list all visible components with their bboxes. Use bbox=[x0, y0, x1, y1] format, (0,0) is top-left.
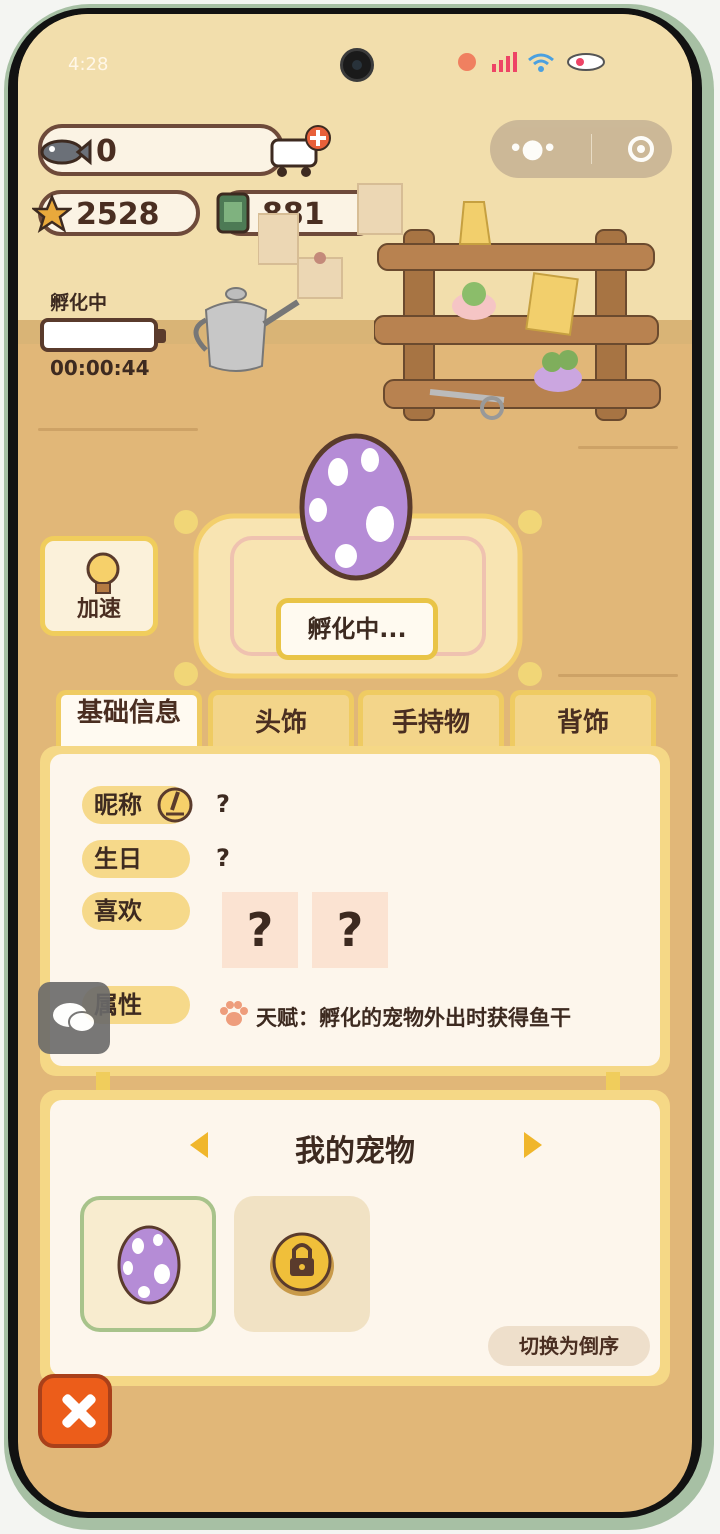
talent-text: 天赋：孵化的宠物外出时获得鱼干 bbox=[256, 1006, 571, 1030]
likes-label: 喜欢 bbox=[82, 892, 190, 930]
shop-cart-icon[interactable] bbox=[264, 124, 332, 180]
game-screen: 4:28 •●• 0 2528 孵化中 00:00:44 加速 孵化中... 基… bbox=[18, 14, 692, 1512]
status-time: 4:28 bbox=[68, 54, 109, 75]
liked-item-slot[interactable]: ? bbox=[222, 892, 298, 968]
pet-slot-locked[interactable] bbox=[234, 1196, 370, 1332]
paw-icon bbox=[220, 1001, 248, 1026]
front-camera bbox=[340, 48, 374, 82]
wooden-shelf-decoration bbox=[374, 201, 661, 421]
hatch-progress-bar bbox=[40, 318, 166, 352]
egg-icon bbox=[117, 1225, 181, 1305]
birthday-label: 生日 bbox=[82, 840, 190, 878]
edit-name-icon[interactable] bbox=[156, 786, 194, 824]
speed-up-button[interactable]: 加速 bbox=[40, 536, 158, 636]
signal-icon bbox=[492, 52, 517, 72]
status-icons bbox=[452, 50, 608, 74]
wifi-icon bbox=[528, 53, 554, 72]
nickname-label-text: 昵称 bbox=[94, 791, 142, 819]
nickname-value: ? bbox=[216, 790, 230, 818]
nickname-label: 昵称 bbox=[82, 786, 193, 824]
close-miniprogram-icon[interactable] bbox=[628, 136, 655, 162]
my-pets-title: 我的宠物 bbox=[295, 1134, 415, 1169]
next-arrow-icon[interactable] bbox=[524, 1132, 542, 1158]
floor-line bbox=[38, 428, 198, 431]
sticker-icon bbox=[458, 53, 476, 71]
lock-icon bbox=[270, 1232, 334, 1296]
info-panel: 昵称 ? 生日 ? 喜欢 ? ? 属性 天赋：孵化的宠物外出时获得鱼干 bbox=[40, 746, 670, 1076]
can-icon bbox=[216, 192, 250, 234]
battery-status-icon bbox=[567, 53, 605, 71]
chat-button[interactable] bbox=[38, 982, 110, 1054]
close-button[interactable] bbox=[38, 1374, 112, 1448]
pet-slot-egg[interactable] bbox=[80, 1196, 216, 1332]
my-pets-body: 我的宠物 切换为倒序 bbox=[50, 1100, 660, 1376]
speed-up-label: 加速 bbox=[76, 597, 121, 622]
hatching-label: 孵化中 bbox=[50, 292, 108, 314]
fish-count: 0 bbox=[96, 134, 117, 169]
capsule-divider bbox=[591, 134, 593, 164]
fish-counter: 0 bbox=[38, 124, 331, 177]
star-icon bbox=[32, 194, 72, 233]
star-count: 2528 bbox=[76, 197, 160, 232]
watering-can-icon bbox=[193, 287, 300, 372]
my-pets-panel: 我的宠物 切换为倒序 bbox=[40, 1090, 670, 1386]
birthday-value: ? bbox=[216, 844, 230, 872]
hatch-status-chip: 孵化中... bbox=[276, 598, 438, 660]
more-menu-icon[interactable]: •●• bbox=[508, 136, 557, 162]
floor-line bbox=[578, 446, 678, 449]
egg-icon[interactable] bbox=[298, 432, 414, 582]
toggle-sort-button[interactable]: 切换为倒序 bbox=[488, 1326, 650, 1366]
hatch-timer: 00:00:44 bbox=[50, 356, 150, 380]
fish-icon bbox=[40, 138, 92, 166]
chat-icon bbox=[53, 1003, 96, 1033]
mini-program-capsule: •●• bbox=[490, 120, 672, 178]
info-panel-body: 昵称 ? 生日 ? 喜欢 ? ? 属性 天赋：孵化的宠物外出时获得鱼干 bbox=[50, 754, 660, 1066]
liked-item-slot[interactable]: ? bbox=[312, 892, 388, 968]
floor-line bbox=[558, 674, 678, 677]
star-counter: 2528 bbox=[32, 190, 200, 236]
